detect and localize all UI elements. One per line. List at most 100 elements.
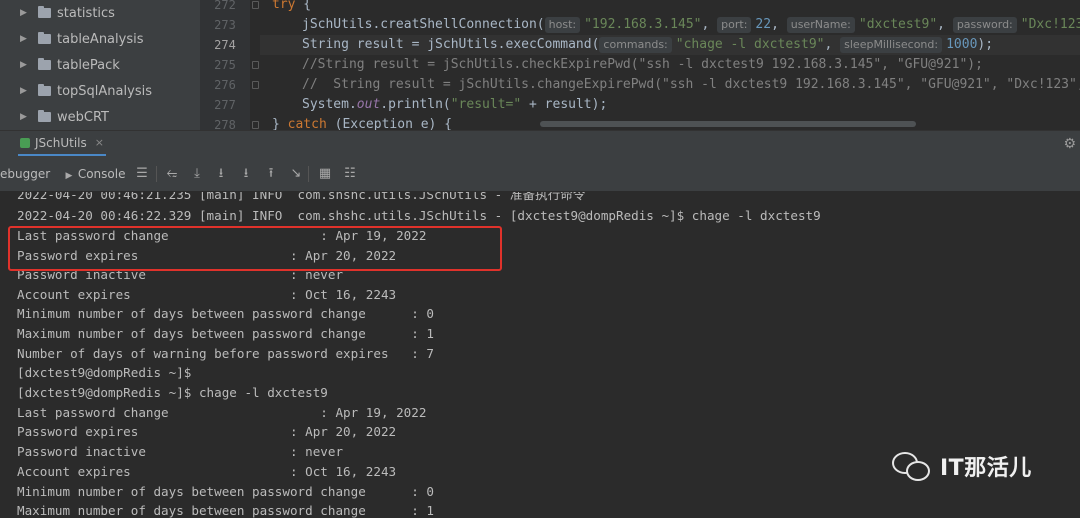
code-line-current[interactable]: String result = jSchUtils.execCommand(co… bbox=[260, 35, 1080, 55]
param-hint: sleepMillisecond: bbox=[840, 37, 943, 53]
evaluate-expression-icon[interactable]: ▦ bbox=[316, 165, 334, 183]
code-string: "192.168.3.145" bbox=[584, 17, 702, 32]
debug-toolbar: ebugger ▶ Console ☰ ⥳ ⤓ ⭳ ⭳ ⭱ ↘ ▦ ☷ bbox=[0, 156, 1080, 192]
folder-icon bbox=[38, 84, 51, 96]
fold-marker-icon[interactable] bbox=[252, 81, 259, 89]
console-line: [dxctest9@dompRedis ~]$ bbox=[17, 365, 192, 380]
wechat-logo-icon bbox=[892, 449, 932, 483]
gear-icon[interactable]: ⚙ bbox=[1063, 136, 1076, 152]
console-play-icon: ▶ bbox=[65, 171, 73, 181]
console-line: [dxctest9@dompRedis ~]$ chage -l dxctest… bbox=[17, 385, 328, 400]
code-comment-line[interactable]: // String result = jSchUtils.changeExpir… bbox=[302, 75, 1080, 95]
chevron-right-icon[interactable]: ▶ bbox=[20, 86, 34, 96]
code-text: System. bbox=[302, 97, 357, 112]
param-hint: userName: bbox=[786, 17, 855, 33]
code-text: } bbox=[272, 117, 288, 130]
run-config-icon bbox=[20, 137, 30, 148]
trace-icon[interactable]: ☷ bbox=[341, 165, 359, 183]
step-into-icon[interactable]: ⭳ bbox=[212, 165, 230, 183]
line-number: 275 bbox=[214, 58, 236, 72]
project-tree: ▶ statistics ▶ tableAnalysis ▶ tablePack… bbox=[0, 0, 200, 130]
line-number: 278 bbox=[214, 118, 236, 130]
tree-item-label: webCRT bbox=[57, 109, 109, 125]
console-line: Password inactive : never bbox=[17, 444, 344, 459]
line-number: 273 bbox=[214, 18, 236, 32]
force-step-into-icon[interactable]: ⭳ bbox=[237, 165, 255, 183]
console-line: Minimum number of days between password … bbox=[17, 484, 435, 499]
param-hint: password: bbox=[952, 17, 1017, 33]
tab-console[interactable]: ▶ Console bbox=[64, 156, 126, 192]
code-number: 1000 bbox=[946, 37, 978, 52]
code-comment-line[interactable]: //String result = jSchUtils.checkExpireP… bbox=[302, 55, 983, 75]
tree-item-label: tableAnalysis bbox=[57, 31, 144, 47]
run-to-cursor-icon[interactable]: ↘ bbox=[287, 165, 305, 183]
tree-item-tableanalysis[interactable]: ▶ tableAnalysis bbox=[0, 26, 144, 52]
horizontal-scrollbar[interactable] bbox=[540, 121, 916, 127]
code-text: String result = jSchUtils.execCommand( bbox=[302, 37, 600, 52]
fold-marker-icon[interactable] bbox=[252, 1, 259, 9]
tree-item-statistics[interactable]: ▶ statistics bbox=[0, 0, 115, 26]
tree-item-tablepack[interactable]: ▶ tablePack bbox=[0, 52, 120, 78]
code-line[interactable]: try { bbox=[272, 0, 311, 15]
folder-icon bbox=[38, 58, 51, 70]
tab-debugger[interactable]: ebugger bbox=[0, 156, 50, 192]
console-line: Password expires : Apr 20, 2022 bbox=[17, 424, 397, 439]
step-out-icon[interactable]: ⭱ bbox=[262, 165, 280, 183]
run-tool-window-header: JSchUtils × ⚙ bbox=[0, 130, 1080, 157]
param-hint: port: bbox=[717, 17, 752, 33]
tree-item-topsqlanalysis[interactable]: ▶ topSqlAnalysis bbox=[0, 78, 152, 104]
console-line: Last password change : Apr 19, 2022 bbox=[17, 405, 427, 420]
menu-icon[interactable]: ☰ bbox=[133, 165, 151, 183]
code-number: 22 bbox=[755, 17, 772, 32]
line-number: 277 bbox=[214, 98, 236, 112]
code-line[interactable]: System.out.println("result=" + result); bbox=[302, 95, 607, 115]
line-number-gutter: 272 273 274 275 276 277 278 bbox=[200, 0, 250, 130]
code-keyword: try bbox=[272, 0, 296, 12]
toolbar-divider bbox=[156, 166, 157, 182]
close-icon[interactable]: × bbox=[95, 136, 104, 149]
tree-item-label: topSqlAnalysis bbox=[57, 83, 152, 99]
step-over-icon[interactable]: ⤓ bbox=[188, 165, 206, 183]
code-text: { bbox=[295, 0, 312, 12]
param-hint: commands: bbox=[599, 37, 672, 53]
param-hint: host: bbox=[544, 17, 581, 33]
code-text: .println( bbox=[380, 97, 451, 112]
console-line: Account expires : Oct 16, 2243 bbox=[17, 287, 397, 302]
tab-console-label: Console bbox=[77, 167, 126, 181]
console-line: Minimum number of days between password … bbox=[17, 306, 435, 321]
code-text: (Exception e) { bbox=[326, 117, 453, 130]
code-string: "chage -l dxctest9" bbox=[675, 37, 825, 52]
console-line: Number of days of warning before passwor… bbox=[17, 346, 435, 361]
folder-icon bbox=[38, 6, 51, 18]
fold-marker-icon[interactable] bbox=[252, 61, 259, 69]
code-text: ); bbox=[977, 37, 994, 52]
code-string: "Dxc!123"); bbox=[1020, 17, 1080, 32]
console-line: Maximum number of days between password … bbox=[17, 503, 435, 518]
fold-marker-icon[interactable] bbox=[252, 121, 259, 129]
chevron-right-icon[interactable]: ▶ bbox=[20, 112, 34, 122]
tree-item-label: tablePack bbox=[57, 57, 120, 73]
code-line[interactable]: jSchUtils.creatShellConnection(host: "192… bbox=[302, 15, 1080, 35]
folder-icon bbox=[38, 110, 51, 122]
highlight-annotation-box bbox=[8, 226, 502, 271]
chevron-right-icon[interactable]: ▶ bbox=[20, 60, 34, 70]
watermark: IT那活儿 bbox=[892, 448, 1032, 484]
tab-label: JSchUtils bbox=[35, 135, 87, 150]
show-execution-point-icon[interactable]: ⥳ bbox=[163, 165, 181, 183]
code-field: out bbox=[356, 97, 381, 112]
code-string: "dxctest9" bbox=[858, 17, 938, 32]
line-number: 272 bbox=[214, 0, 236, 12]
chevron-right-icon[interactable]: ▶ bbox=[20, 8, 34, 18]
code-text: + result); bbox=[521, 97, 608, 112]
console-line: 2022-04-20 00:46:21.235 [main] INFO com.… bbox=[17, 192, 586, 202]
code-line[interactable]: } catch (Exception e) { bbox=[272, 115, 452, 130]
console-line: 2022-04-20 00:46:22.329 [main] INFO com.… bbox=[17, 208, 821, 223]
tab-jschutils[interactable]: JSchUtils × bbox=[18, 131, 106, 157]
tree-item-webcrt[interactable]: ▶ webCRT bbox=[0, 104, 109, 130]
code-keyword: catch bbox=[287, 117, 327, 130]
console-line: Maximum number of days between password … bbox=[17, 326, 435, 341]
code-editor[interactable]: 272 273 274 275 276 277 278 try { jSchUt… bbox=[200, 0, 1080, 130]
watermark-text: IT那活儿 bbox=[940, 456, 1032, 481]
tree-item-label: statistics bbox=[57, 5, 115, 21]
chevron-right-icon[interactable]: ▶ bbox=[20, 34, 34, 44]
